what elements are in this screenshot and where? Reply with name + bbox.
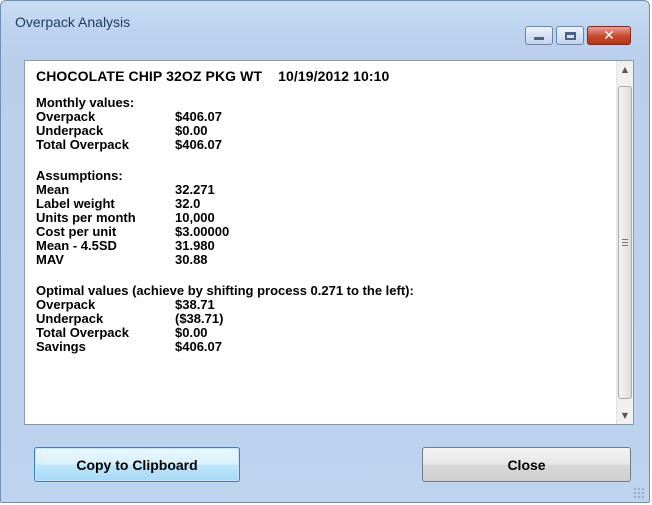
close-window-button[interactable]: ✕: [587, 26, 631, 45]
overpack-analysis-window: Overpack Analysis ✕ CHOCOLATE CHIP 32OZ …: [0, 0, 650, 503]
maximize-icon: [564, 31, 576, 40]
assumptions-title: Assumptions:: [36, 168, 123, 183]
table-row: Label weight 32.0: [36, 196, 201, 211]
scroll-down-arrow-icon[interactable]: ▼: [617, 407, 633, 424]
table-row: Total Overpack $406.07: [36, 137, 222, 152]
copy-to-clipboard-button[interactable]: Copy to Clipboard: [34, 447, 240, 482]
scroll-up-arrow-icon[interactable]: ▲: [617, 61, 633, 78]
table-row: Total Overpack $0.00: [36, 325, 208, 340]
report-timestamp: 10/19/2012 10:10: [278, 68, 390, 84]
maximize-button[interactable]: [556, 26, 584, 45]
report-content: CHOCOLATE CHIP 32OZ PKG WT 10/19/2012 10…: [36, 69, 606, 354]
vertical-scrollbar[interactable]: ▲ ▼: [616, 61, 633, 424]
title-bar[interactable]: Overpack Analysis ✕: [1, 1, 649, 45]
monthly-values-title: Monthly values:: [36, 95, 135, 110]
minimize-icon: [534, 37, 544, 40]
resize-grip-icon[interactable]: [633, 487, 645, 499]
close-icon: ✕: [603, 27, 615, 44]
table-row: Underpack $0.00: [36, 123, 208, 138]
table-row: Overpack $38.71: [36, 297, 215, 312]
scrollbar-thumb[interactable]: [618, 86, 632, 399]
close-button[interactable]: Close: [422, 447, 631, 482]
table-row: Mean - 4.5SD 31.980: [36, 238, 215, 253]
window-title: Overpack Analysis: [15, 14, 131, 30]
report-header: CHOCOLATE CHIP 32OZ PKG WT 10/19/2012 10…: [36, 69, 606, 83]
table-row: MAV 30.88: [36, 252, 208, 267]
table-row: Mean 32.271: [36, 182, 215, 197]
minimize-button[interactable]: [525, 26, 553, 45]
report-textbox[interactable]: CHOCOLATE CHIP 32OZ PKG WT 10/19/2012 10…: [24, 60, 634, 425]
table-row: Savings $406.07: [36, 339, 222, 354]
table-row: Units per month 10,000: [36, 210, 215, 225]
optimal-values-title: Optimal values (achieve by shifting proc…: [36, 283, 414, 298]
table-row: Overpack $406.07: [36, 109, 222, 124]
table-row: Underpack ($38.71): [36, 311, 224, 326]
product-name: CHOCOLATE CHIP 32OZ PKG WT: [36, 68, 263, 84]
table-row: Cost per unit $3.00000: [36, 224, 230, 239]
grip-icon: [622, 239, 628, 246]
